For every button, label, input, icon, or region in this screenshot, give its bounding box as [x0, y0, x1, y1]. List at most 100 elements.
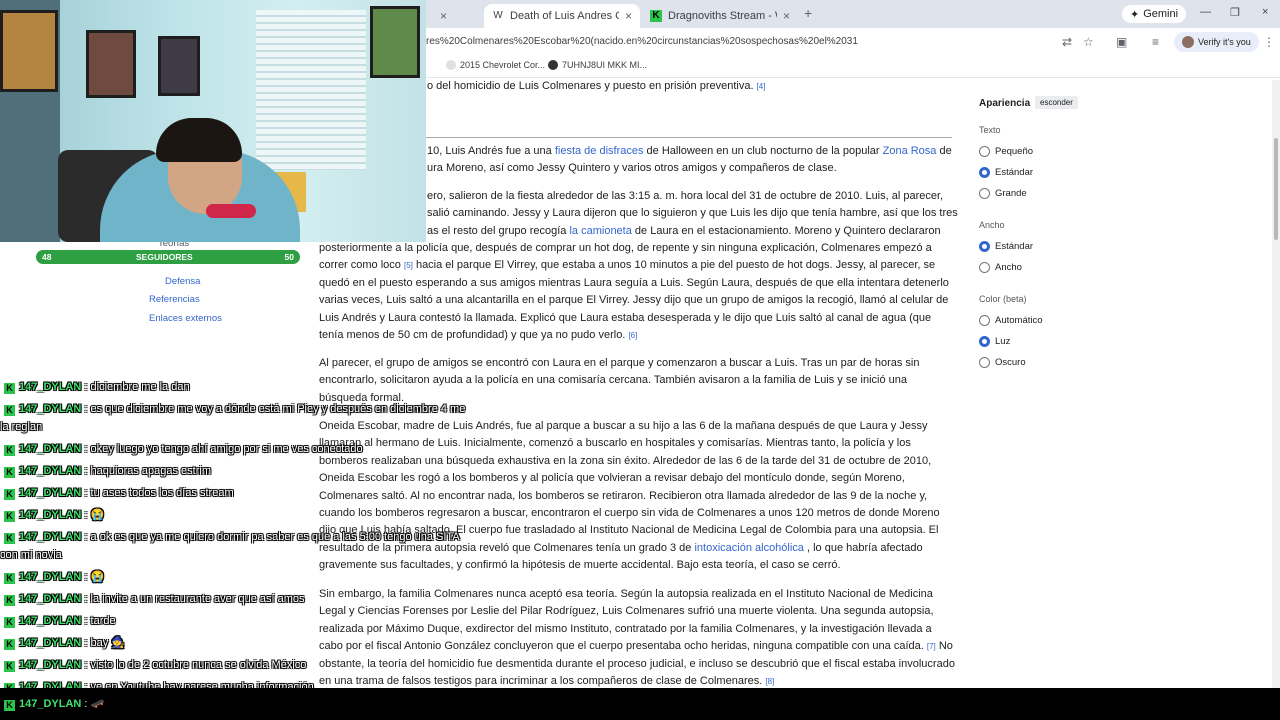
- chat-message: K 147_DYLAN : visto lo de 2 octubre nunca…: [0, 654, 470, 676]
- chat-message: K 147_DYLAN : bay 🧙: [0, 632, 470, 654]
- kick-badge-icon: K: [4, 533, 15, 544]
- tab-wikipedia-article[interactable]: W Death of Luis Andres Colmenares ×: [484, 4, 640, 28]
- hide-button[interactable]: esconder: [1035, 96, 1078, 109]
- window-close-icon[interactable]: ×: [1262, 6, 1268, 18]
- radio-selected-icon: [979, 241, 990, 252]
- bookmark-item[interactable]: 7UHNJ8UI MKK MI...: [548, 60, 647, 70]
- poster-image: [0, 10, 58, 92]
- bookmark-star-icon[interactable]: ☆: [1083, 35, 1094, 49]
- chat-message: K 147_DYLAN : 😭: [0, 504, 470, 526]
- section-divider: [420, 137, 952, 138]
- radio-color-auto[interactable]: Automático: [979, 310, 1129, 331]
- chat-message: K 147_DYLAN : 🛹: [0, 697, 104, 711]
- radio-width-wide[interactable]: Ancho: [979, 257, 1129, 278]
- radio-label: Estándar: [995, 167, 1034, 178]
- radio-label: Oscuro: [995, 357, 1026, 368]
- radio-label: Grande: [995, 188, 1027, 199]
- link-zona-rosa[interactable]: Zona Rosa: [883, 145, 937, 157]
- toc-item-referencias[interactable]: Referencias: [149, 294, 200, 305]
- radio-icon: [979, 188, 990, 199]
- chat-message: K 147_DYLAN : 😭: [0, 566, 470, 588]
- close-tab-icon[interactable]: ×: [440, 9, 447, 23]
- radio-icon: [979, 146, 990, 157]
- citation-link[interactable]: [7]: [927, 642, 936, 651]
- article-paragraph: posteriormente a la policía que, después…: [319, 240, 955, 344]
- minimize-icon[interactable]: —: [1200, 6, 1211, 18]
- link-fiesta-disfraces[interactable]: fiesta de disfraces: [555, 145, 644, 157]
- goal-target: 50: [284, 252, 294, 262]
- article-paragraph: 10, Luis Andrés fue a una fiesta de disf…: [427, 143, 967, 178]
- radio-text-small[interactable]: Pequeño: [979, 141, 1129, 162]
- poster-image: [158, 36, 200, 96]
- radio-text-standard[interactable]: Estándar: [979, 162, 1129, 183]
- chat-message: K 147_DYLAN : tu ases todos los días stre…: [0, 482, 470, 504]
- extensions-icon[interactable]: ▣: [1116, 35, 1127, 49]
- link-camioneta[interactable]: la camioneta: [569, 225, 631, 237]
- radio-width-standard[interactable]: Estándar: [979, 236, 1129, 257]
- radio-color-dark[interactable]: Oscuro: [979, 352, 1129, 373]
- kick-badge-icon: K: [4, 700, 15, 711]
- chat-username: 147_DYLAN: [19, 443, 82, 455]
- link-intoxicacion-alcoholica[interactable]: intoxicación alcohólica: [694, 542, 803, 554]
- citation-link[interactable]: [8]: [765, 677, 774, 686]
- page-scrollbar[interactable]: [1272, 80, 1280, 688]
- kick-badge-icon: K: [4, 405, 15, 416]
- verify-label: Verify it's you: [1198, 37, 1251, 47]
- chat-text: : 🛹: [84, 698, 105, 710]
- toc-item-defensa[interactable]: Defensa: [165, 276, 200, 287]
- radio-icon: [979, 262, 990, 273]
- chat-username: 147_DYLAN: [19, 637, 82, 649]
- tab-partial[interactable]: ×: [426, 4, 476, 28]
- chat-text: : 😭: [84, 509, 105, 521]
- tab-title: Death of Luis Andres Colmenares: [510, 10, 619, 22]
- chat-message: K 147_DYLAN : diciembre me la dan: [0, 376, 470, 398]
- radio-label: Pequeño: [995, 146, 1034, 157]
- close-tab-icon[interactable]: ×: [783, 9, 790, 23]
- chat-username: 147_DYLAN: [19, 698, 82, 710]
- bottom-chat-bar: K 147_DYLAN : 🛹: [0, 688, 1280, 720]
- chat-username: 147_DYLAN: [19, 531, 82, 543]
- reading-list-icon[interactable]: ≡: [1152, 35, 1159, 49]
- scrollbar-thumb[interactable]: [1274, 138, 1278, 240]
- kick-badge-icon: K: [4, 595, 15, 606]
- toc-item-enlaces-externos[interactable]: Enlaces externos: [149, 313, 222, 324]
- chat-username: 147_DYLAN: [19, 509, 82, 521]
- screen: × W Death of Luis Andres Colmenares × K …: [0, 0, 1280, 720]
- kick-badge-icon: K: [4, 467, 15, 478]
- close-tab-icon[interactable]: ×: [625, 9, 632, 23]
- bookmark-favicon-icon: [548, 60, 558, 70]
- streamer-hair-image: [156, 118, 242, 162]
- translate-icon[interactable]: ⇄: [1062, 35, 1072, 49]
- radio-selected-icon: [979, 167, 990, 178]
- citation-link[interactable]: [4]: [757, 82, 766, 91]
- chat-message: K 147_DYLAN : tarde: [0, 610, 470, 632]
- radio-label: Ancho: [995, 262, 1022, 273]
- avatar: [1182, 36, 1194, 48]
- radio-selected-icon: [979, 336, 990, 347]
- new-tab-button[interactable]: +: [804, 5, 812, 21]
- restore-icon[interactable]: ❐: [1230, 6, 1240, 19]
- radio-color-light[interactable]: Luz: [979, 331, 1129, 352]
- kick-badge-icon: K: [4, 445, 15, 456]
- profile-verify-button[interactable]: Verify it's you: [1174, 32, 1259, 52]
- kick-badge-icon: K: [4, 639, 15, 650]
- chat-text: : visto lo de 2 octubre nunca se olvida …: [84, 659, 307, 671]
- citation-link[interactable]: [5]: [404, 261, 413, 270]
- stream-chat-overlay: K 147_DYLAN : diciembre me la dan K 147_DY…: [0, 376, 470, 698]
- bookmark-item[interactable]: 2015 Chevrolet Cor...: [446, 60, 545, 70]
- citation-link[interactable]: [6]: [628, 331, 637, 340]
- chat-text: : tarde: [84, 615, 116, 627]
- menu-kebab-icon[interactable]: ⋮: [1263, 35, 1275, 49]
- kick-badge-icon: K: [4, 617, 15, 628]
- text-size-label: Texto: [979, 125, 1001, 135]
- chat-text: : diciembre me la dan: [84, 381, 190, 393]
- gemini-button[interactable]: ✦ Gemini: [1122, 5, 1187, 23]
- chat-username: 147_DYLAN: [19, 381, 82, 393]
- radio-text-large[interactable]: Grande: [979, 183, 1129, 204]
- text: salió caminando. Jessy y Laura dijeron q…: [427, 207, 958, 220]
- url-field[interactable]: res%20Colmenares%20Escobar%20(nacido.en%…: [426, 36, 858, 47]
- chat-username: 147_DYLAN: [19, 487, 82, 499]
- chat-message: K 147_DYLAN : haquioras apagas estrim: [0, 460, 470, 482]
- tab-kick-stream[interactable]: K Dragnoviths Stream - Watch Li ×: [642, 4, 798, 28]
- text: de Halloween en un club nocturno de la p…: [643, 145, 883, 157]
